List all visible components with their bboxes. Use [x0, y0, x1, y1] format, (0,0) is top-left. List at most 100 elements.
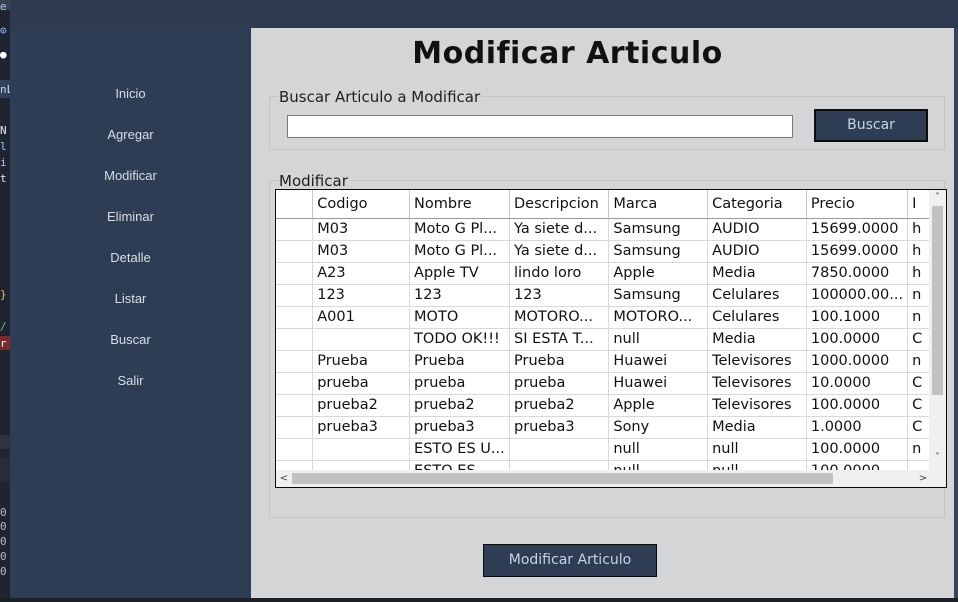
- table-cell[interactable]: Prueba: [509, 350, 610, 373]
- table-cell[interactable]: 10.0000: [806, 372, 909, 395]
- row-header[interactable]: [276, 416, 314, 439]
- sidebar-item-salir[interactable]: Salir: [10, 373, 251, 388]
- sidebar-item-buscar[interactable]: Buscar: [10, 332, 251, 347]
- table-cell[interactable]: ESTO ES U...: [409, 438, 510, 461]
- table-cell[interactable]: M03: [312, 218, 411, 241]
- table-cell[interactable]: Apple TV: [409, 262, 510, 285]
- table-cell[interactable]: Media: [707, 328, 807, 351]
- table-row[interactable]: A001 MOTO MOTORO... MOTORO... Celulares 100.1…: [276, 306, 946, 329]
- table-cell[interactable]: 1.0000: [806, 416, 909, 439]
- column-header-categoria[interactable]: Categoria: [707, 190, 807, 219]
- row-header[interactable]: [276, 438, 314, 461]
- horizontal-scrollbar[interactable]: < >: [276, 470, 931, 487]
- column-header-nombre[interactable]: Nombre: [409, 190, 510, 219]
- table-cell[interactable]: AUDIO: [707, 218, 807, 241]
- row-header[interactable]: [276, 306, 314, 329]
- row-header[interactable]: [276, 350, 314, 373]
- table-cell[interactable]: 15699.0000: [806, 218, 909, 241]
- table-cell[interactable]: prueba: [312, 372, 411, 395]
- table-cell[interactable]: prueba3: [312, 416, 411, 439]
- window-title-bar[interactable]: [10, 0, 958, 28]
- table-cell[interactable]: Sony: [608, 416, 709, 439]
- row-header[interactable]: [276, 328, 314, 351]
- table-cell[interactable]: Apple: [608, 262, 709, 285]
- table-cell[interactable]: 15699.0000: [806, 240, 909, 263]
- table-cell[interactable]: [509, 438, 610, 461]
- table-cell[interactable]: prueba: [509, 372, 610, 395]
- table-cell[interactable]: MOTORO...: [509, 306, 610, 329]
- table-cell[interactable]: 100.0000: [806, 438, 909, 461]
- table-cell[interactable]: null: [707, 438, 807, 461]
- table-cell[interactable]: prueba3: [409, 416, 510, 439]
- sidebar-item-listar[interactable]: Listar: [10, 291, 251, 306]
- sidebar-item-modificar[interactable]: Modificar: [10, 168, 251, 183]
- table-cell[interactable]: Media: [707, 416, 807, 439]
- table-cell[interactable]: null: [608, 438, 709, 461]
- table-cell[interactable]: lindo loro: [509, 262, 610, 285]
- row-header[interactable]: [276, 284, 314, 307]
- table-row[interactable]: 123 123 123 Samsung Celulares 100000.00... n: [276, 284, 946, 307]
- table-row[interactable]: TODO OK!!! SI ESTA T... null Media 100.0000 C: [276, 328, 946, 351]
- table-cell[interactable]: Ya siete d...: [509, 240, 610, 263]
- row-header[interactable]: [276, 372, 314, 395]
- table-cell[interactable]: prueba2: [312, 394, 411, 417]
- row-header[interactable]: [276, 218, 314, 241]
- search-button[interactable]: Buscar: [814, 109, 928, 142]
- table-cell[interactable]: null: [608, 328, 709, 351]
- scroll-left-icon[interactable]: <: [276, 470, 292, 487]
- table-cell[interactable]: Prueba: [312, 350, 411, 373]
- table-cell[interactable]: 100.0000: [806, 328, 909, 351]
- table-cell[interactable]: MOTO: [409, 306, 510, 329]
- table-cell[interactable]: A001: [312, 306, 411, 329]
- column-header-descripcion[interactable]: Descripcion: [509, 190, 610, 219]
- table-cell[interactable]: SI ESTA T...: [509, 328, 610, 351]
- table-cell[interactable]: prueba: [409, 372, 510, 395]
- table-row[interactable]: M03 Moto G Pl... Ya siete d... Samsung AUDIO…: [276, 240, 946, 263]
- table-cell[interactable]: Moto G Pl...: [409, 240, 510, 263]
- row-header[interactable]: [276, 262, 314, 285]
- table-cell[interactable]: 100000.00...: [806, 284, 909, 307]
- articles-grid[interactable]: Codigo Nombre Descripcion Marca Categori…: [275, 189, 947, 488]
- table-row[interactable]: A23 Apple TV lindo loro Apple Media 7850.0000…: [276, 262, 946, 285]
- column-header-precio[interactable]: Precio: [806, 190, 909, 219]
- row-header[interactable]: [276, 394, 314, 417]
- vertical-scroll-thumb[interactable]: [932, 206, 943, 395]
- table-cell[interactable]: MOTORO...: [608, 306, 709, 329]
- table-cell[interactable]: Televisores: [707, 394, 807, 417]
- table-row[interactable]: Prueba Prueba Prueba Huawei Televisores 1000.…: [276, 350, 946, 373]
- sidebar-item-detalle[interactable]: Detalle: [10, 250, 251, 265]
- table-row[interactable]: prueba prueba prueba Huawei Televisores 10.00…: [276, 372, 946, 395]
- table-cell[interactable]: Apple: [608, 394, 709, 417]
- sidebar-item-agregar[interactable]: Agregar: [10, 127, 251, 142]
- table-cell[interactable]: prueba2: [409, 394, 510, 417]
- table-cell[interactable]: Media: [707, 262, 807, 285]
- table-cell[interactable]: 123: [509, 284, 610, 307]
- table-cell[interactable]: [312, 328, 411, 351]
- table-cell[interactable]: 7850.0000: [806, 262, 909, 285]
- table-cell[interactable]: Moto G Pl...: [409, 218, 510, 241]
- table-cell[interactable]: 123: [409, 284, 510, 307]
- table-cell[interactable]: A23: [312, 262, 411, 285]
- modify-article-button[interactable]: Modificar Articulo: [483, 544, 657, 577]
- vertical-scrollbar[interactable]: ˄ ˅: [929, 190, 946, 471]
- scroll-up-icon[interactable]: ˄: [929, 192, 946, 203]
- table-cell[interactable]: prueba3: [509, 416, 610, 439]
- table-cell[interactable]: Ya siete d...: [509, 218, 610, 241]
- table-row[interactable]: prueba2 prueba2 prueba2 Apple Televisores 100…: [276, 394, 946, 417]
- table-cell[interactable]: [312, 438, 411, 461]
- table-row[interactable]: prueba3 prueba3 prueba3 Sony Media 1.0000 C: [276, 416, 946, 439]
- table-cell[interactable]: Celulares: [707, 306, 807, 329]
- table-cell[interactable]: 1000.0000: [806, 350, 909, 373]
- table-row[interactable]: ESTO ES U... null null 100.0000 n: [276, 438, 946, 461]
- sidebar-item-eliminar[interactable]: Eliminar: [10, 209, 251, 224]
- scroll-down-icon[interactable]: ˅: [929, 452, 946, 463]
- row-header[interactable]: [276, 240, 314, 263]
- table-cell[interactable]: prueba2: [509, 394, 610, 417]
- search-input[interactable]: [287, 115, 793, 138]
- table-cell[interactable]: Televisores: [707, 350, 807, 373]
- table-cell[interactable]: AUDIO: [707, 240, 807, 263]
- table-cell[interactable]: Huawei: [608, 372, 709, 395]
- table-cell[interactable]: Samsung: [608, 284, 709, 307]
- table-cell[interactable]: Prueba: [409, 350, 510, 373]
- horizontal-scroll-thumb[interactable]: [292, 473, 833, 484]
